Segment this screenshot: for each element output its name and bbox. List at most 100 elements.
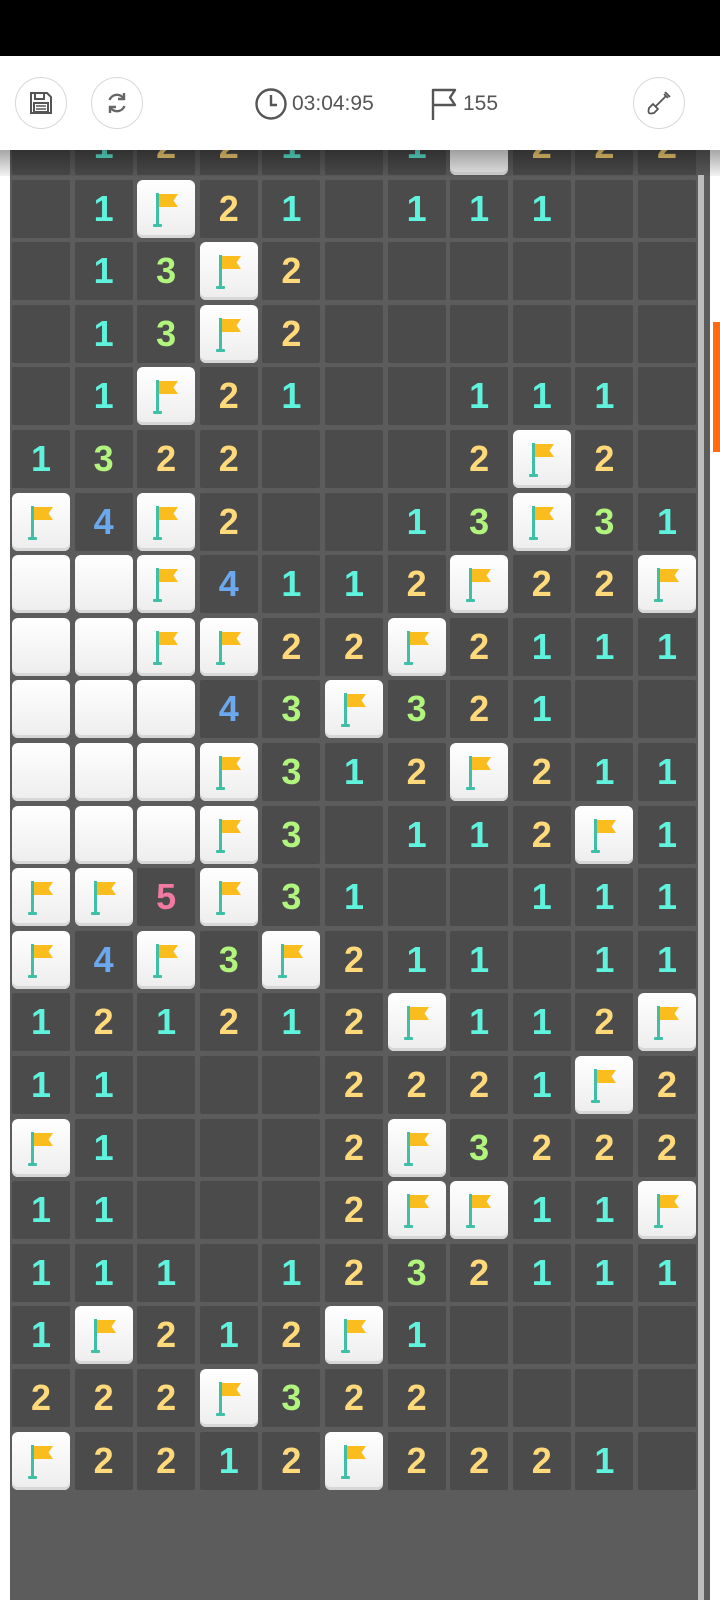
flagged-cell[interactable] [137,179,196,238]
number-cell[interactable]: 1 [450,179,509,238]
number-cell[interactable]: 2 [262,617,321,676]
number-cell[interactable]: 2 [638,150,696,175]
number-cell[interactable]: 2 [512,555,571,614]
flagged-cell[interactable] [575,1056,634,1114]
number-cell[interactable]: 2 [387,1056,446,1114]
number-cell[interactable]: 1 [325,555,383,614]
number-cell[interactable]: 4 [74,492,133,551]
number-cell[interactable]: 2 [387,743,446,801]
number-cell[interactable]: 2 [450,1243,509,1302]
flagged-cell[interactable] [199,617,258,676]
number-cell[interactable]: 2 [199,993,258,1052]
number-cell[interactable]: 1 [575,367,634,426]
number-cell[interactable]: 2 [575,993,634,1052]
number-cell[interactable]: 1 [450,930,509,989]
number-cell[interactable]: 3 [450,492,509,551]
number-cell[interactable]: 3 [74,430,133,488]
number-cell[interactable]: 1 [74,1118,133,1177]
number-cell[interactable]: 2 [137,430,196,488]
restart-button[interactable] [91,77,143,129]
flagged-cell[interactable] [74,868,133,927]
number-cell[interactable]: 1 [387,492,446,551]
number-cell[interactable]: 2 [325,1243,383,1302]
revealed-cell[interactable] [12,179,70,238]
flagged-cell[interactable] [638,1181,696,1240]
number-cell[interactable]: 1 [575,1431,634,1490]
flagged-cell[interactable] [12,930,70,989]
number-cell[interactable]: 2 [199,179,258,238]
number-cell[interactable]: 3 [575,492,634,551]
number-cell[interactable]: 5 [137,868,196,927]
flagged-cell[interactable] [74,1306,133,1365]
flagged-cell[interactable] [137,617,196,676]
number-cell[interactable]: 2 [512,150,571,175]
flagged-cell[interactable] [325,1306,383,1365]
number-cell[interactable]: 2 [325,993,383,1052]
unrevealed-cell[interactable] [137,743,196,801]
unrevealed-cell[interactable] [12,617,70,676]
revealed-cell[interactable] [512,304,571,363]
number-cell[interactable]: 1 [74,150,133,175]
revealed-cell[interactable] [199,1243,258,1302]
revealed-cell[interactable] [12,150,70,175]
number-cell[interactable]: 1 [638,617,696,676]
dig-tool-button[interactable] [633,77,685,129]
revealed-cell[interactable] [638,680,696,739]
number-cell[interactable]: 2 [450,1431,509,1490]
revealed-cell[interactable] [575,179,634,238]
number-cell[interactable]: 2 [575,1118,634,1177]
number-cell[interactable]: 2 [450,430,509,488]
number-cell[interactable]: 1 [512,367,571,426]
flagged-cell[interactable] [262,930,321,989]
revealed-cell[interactable] [450,868,509,927]
number-cell[interactable]: 1 [512,1243,571,1302]
revealed-cell[interactable] [325,179,383,238]
number-cell[interactable]: 3 [137,304,196,363]
unrevealed-cell[interactable] [12,743,70,801]
revealed-cell[interactable] [387,304,446,363]
number-cell[interactable]: 1 [325,743,383,801]
number-cell[interactable]: 1 [199,1306,258,1365]
revealed-cell[interactable] [575,1369,634,1427]
number-cell[interactable]: 1 [137,993,196,1052]
number-cell[interactable]: 1 [512,1056,571,1114]
unrevealed-cell[interactable] [12,805,70,864]
revealed-cell[interactable] [262,1056,321,1114]
number-cell[interactable]: 1 [638,743,696,801]
flagged-cell[interactable] [199,1369,258,1427]
revealed-cell[interactable] [638,367,696,426]
number-cell[interactable]: 1 [638,1243,696,1302]
number-cell[interactable]: 2 [199,492,258,551]
revealed-cell[interactable] [325,242,383,301]
revealed-cell[interactable] [325,430,383,488]
scrollbar-thumb[interactable] [713,322,720,452]
flagged-cell[interactable] [450,1181,509,1240]
number-cell[interactable]: 1 [638,868,696,927]
revealed-cell[interactable] [575,242,634,301]
revealed-cell[interactable] [638,179,696,238]
number-cell[interactable]: 1 [12,1306,70,1365]
number-cell[interactable]: 1 [74,1056,133,1114]
number-cell[interactable]: 1 [325,868,383,927]
number-cell[interactable]: 1 [638,930,696,989]
number-cell[interactable]: 2 [137,1369,196,1427]
number-cell[interactable]: 3 [262,1369,321,1427]
number-cell[interactable]: 3 [387,1243,446,1302]
number-cell[interactable]: 2 [137,1306,196,1365]
unrevealed-cell[interactable] [12,680,70,739]
number-cell[interactable]: 3 [199,930,258,989]
flagged-cell[interactable] [387,1118,446,1177]
number-cell[interactable]: 2 [137,150,196,175]
number-cell[interactable]: 1 [512,179,571,238]
revealed-cell[interactable] [512,1369,571,1427]
number-cell[interactable]: 1 [12,430,70,488]
revealed-cell[interactable] [387,242,446,301]
number-cell[interactable]: 2 [387,555,446,614]
number-cell[interactable]: 3 [450,1118,509,1177]
revealed-cell[interactable] [325,492,383,551]
flagged-cell[interactable] [137,555,196,614]
number-cell[interactable]: 2 [325,617,383,676]
flagged-cell[interactable] [199,304,258,363]
number-cell[interactable]: 1 [74,304,133,363]
revealed-cell[interactable] [512,930,571,989]
